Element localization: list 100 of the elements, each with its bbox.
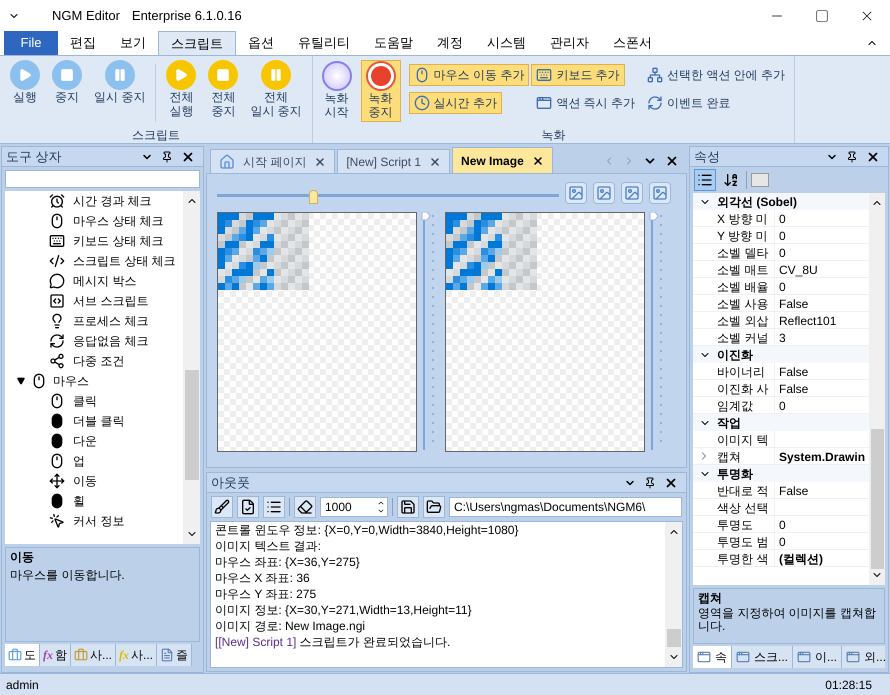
panel-tab[interactable]: 도 bbox=[5, 644, 40, 666]
tree-item[interactable]: 휠 bbox=[5, 491, 183, 511]
menu-tab[interactable]: 시스템 bbox=[475, 31, 538, 55]
property-value[interactable]: False bbox=[775, 380, 808, 396]
tree-item[interactable]: 서브 스크립트 bbox=[5, 291, 183, 311]
menu-tab[interactable]: 유틸리티 bbox=[286, 31, 362, 55]
search-field[interactable] bbox=[5, 170, 200, 188]
tree-item[interactable]: 응답없음 체크 bbox=[5, 331, 183, 351]
tree-item[interactable]: 키보드 상태 체크 bbox=[5, 231, 183, 251]
ribbon-button[interactable]: 중지 bbox=[46, 60, 88, 126]
folder-icon[interactable] bbox=[423, 496, 445, 518]
tree-item[interactable]: 업 bbox=[5, 451, 183, 471]
tree-item[interactable]: 클릭 bbox=[5, 391, 183, 411]
menu-tab[interactable]: 스크립트 bbox=[158, 31, 236, 55]
ribbon-small-button[interactable]: 키보드 추가 bbox=[531, 64, 625, 86]
tree-item[interactable]: 다중 조건 bbox=[5, 351, 183, 371]
tree-item[interactable]: 커서 정보 bbox=[5, 511, 183, 531]
property-value[interactable]: False bbox=[775, 295, 808, 311]
record-button[interactable]: 녹화 시작 bbox=[316, 60, 357, 122]
property-value[interactable]: CV_8U bbox=[775, 261, 818, 277]
file-tab[interactable]: File bbox=[4, 31, 58, 55]
close-icon[interactable] bbox=[665, 154, 679, 168]
property-category[interactable]: 투명화 bbox=[693, 465, 869, 482]
scrollbar[interactable] bbox=[869, 193, 885, 585]
close-icon[interactable] bbox=[866, 150, 880, 164]
file-check-icon[interactable] bbox=[237, 496, 259, 518]
document-tab[interactable]: New Image bbox=[452, 147, 553, 173]
property-value[interactable]: 0 bbox=[775, 278, 786, 294]
save-icon[interactable] bbox=[397, 496, 419, 518]
panel-tab[interactable]: 이... bbox=[793, 646, 842, 668]
ribbon-button[interactable]: 실행 bbox=[4, 60, 46, 126]
property-value[interactable]: (컬렉션) bbox=[775, 550, 823, 566]
ribbon-button[interactable]: 일시 중지 bbox=[88, 60, 152, 126]
scrollbar[interactable] bbox=[665, 522, 682, 667]
property-value[interactable]: False bbox=[775, 482, 808, 498]
tree-item[interactable]: 스크립트 상태 체크 bbox=[5, 251, 183, 271]
categorized-icon[interactable] bbox=[694, 169, 716, 191]
panel-tab[interactable]: 외... bbox=[842, 646, 885, 668]
ribbon-button[interactable]: 전체 실행 bbox=[160, 60, 202, 126]
tree-item[interactable]: 다운 bbox=[5, 431, 183, 451]
tree-item[interactable]: 메시지 박스 bbox=[5, 271, 183, 291]
vertical-slider[interactable] bbox=[649, 212, 663, 452]
property-value[interactable]: 0 bbox=[775, 516, 786, 532]
document-tab[interactable]: 시작 페이지 bbox=[210, 149, 336, 173]
scrollbar[interactable] bbox=[183, 191, 200, 544]
path-field[interactable]: C:\Users\ngmas\Documents\NGM6\ bbox=[449, 497, 682, 517]
image-icon[interactable] bbox=[593, 182, 615, 204]
menu-tab[interactable]: 관리자 bbox=[538, 31, 601, 55]
close-icon[interactable] bbox=[181, 150, 195, 164]
maximize-icon[interactable] bbox=[815, 8, 829, 22]
record-button[interactable]: 녹화 중지 bbox=[360, 60, 401, 122]
ribbon-button[interactable]: 전체 중지 bbox=[202, 60, 244, 126]
brush-icon[interactable] bbox=[211, 496, 233, 518]
property-value[interactable]: 3 bbox=[775, 329, 786, 345]
tree-item[interactable]: 더블 클릭 bbox=[5, 411, 183, 431]
tree-item[interactable]: 마우스 상태 체크 bbox=[5, 211, 183, 231]
panel-tab[interactable]: fx 사... bbox=[116, 644, 158, 666]
tree-item[interactable]: 프로세스 체크 bbox=[5, 311, 183, 331]
panel-tab[interactable]: 속 bbox=[693, 646, 732, 668]
ribbon-button[interactable]: 전체 일시 중지 bbox=[244, 60, 308, 126]
pin-icon[interactable] bbox=[161, 150, 173, 162]
eraser-icon[interactable] bbox=[294, 496, 316, 518]
ribbon-small-button[interactable]: 액션 즉시 추가 bbox=[531, 92, 640, 114]
property-name: 임계값 bbox=[715, 397, 775, 413]
panel-tab[interactable]: 즐 bbox=[157, 644, 192, 666]
pin-icon[interactable] bbox=[846, 150, 858, 162]
vertical-slider[interactable] bbox=[421, 212, 435, 452]
menu-tab[interactable]: 보기 bbox=[108, 31, 158, 55]
property-value[interactable]: 0 bbox=[775, 227, 786, 243]
list-icon[interactable] bbox=[263, 496, 285, 518]
property-category[interactable]: 작업 bbox=[693, 414, 869, 431]
ribbon-small-button[interactable]: 실시간 추가 bbox=[408, 92, 502, 114]
pin-icon[interactable] bbox=[644, 476, 656, 488]
property-value[interactable]: System.Drawin bbox=[775, 448, 866, 464]
tree-item[interactable]: 이동 bbox=[5, 471, 183, 491]
menu-tab[interactable]: 도움말 bbox=[362, 31, 425, 55]
ribbon-small-button[interactable]: 마우스 이동 추가 bbox=[408, 64, 530, 86]
panel-tab[interactable]: 스크... bbox=[732, 646, 794, 668]
property-value[interactable]: 0 bbox=[775, 244, 786, 260]
property-value[interactable]: 0 bbox=[775, 210, 786, 226]
tree-item[interactable]: 마우스 bbox=[5, 371, 183, 391]
property-category[interactable]: 이진화 bbox=[693, 346, 869, 363]
panel-tab[interactable]: 사... bbox=[71, 644, 116, 666]
menu-tab[interactable]: 스폰서 bbox=[601, 31, 664, 55]
tree-item[interactable]: 시간 경과 체크 bbox=[5, 191, 183, 211]
property-value[interactable]: 0 bbox=[775, 533, 786, 549]
property-value[interactable]: False bbox=[775, 363, 808, 379]
property-value[interactable]: Reflect101 bbox=[775, 312, 836, 328]
close-icon[interactable] bbox=[664, 476, 678, 490]
menu-tab[interactable]: 옵션 bbox=[236, 31, 286, 55]
document-tab[interactable]: [New] Script 1 bbox=[337, 149, 450, 173]
menu-tab[interactable]: 편집 bbox=[58, 31, 108, 55]
menu-tab[interactable]: 계정 bbox=[425, 31, 475, 55]
property-value[interactable]: 0 bbox=[775, 397, 786, 413]
panel-tab[interactable]: fx 함 bbox=[40, 644, 71, 666]
property-category[interactable]: 외각선 (Sobel) bbox=[693, 193, 869, 210]
ribbon-small-button[interactable]: 이벤트 완료 bbox=[642, 92, 736, 114]
ribbon-small-button[interactable]: 선택한 액션 안에 추가 bbox=[642, 64, 790, 86]
image-icon[interactable] bbox=[621, 182, 643, 204]
number-field[interactable]: 1000 bbox=[320, 497, 388, 517]
